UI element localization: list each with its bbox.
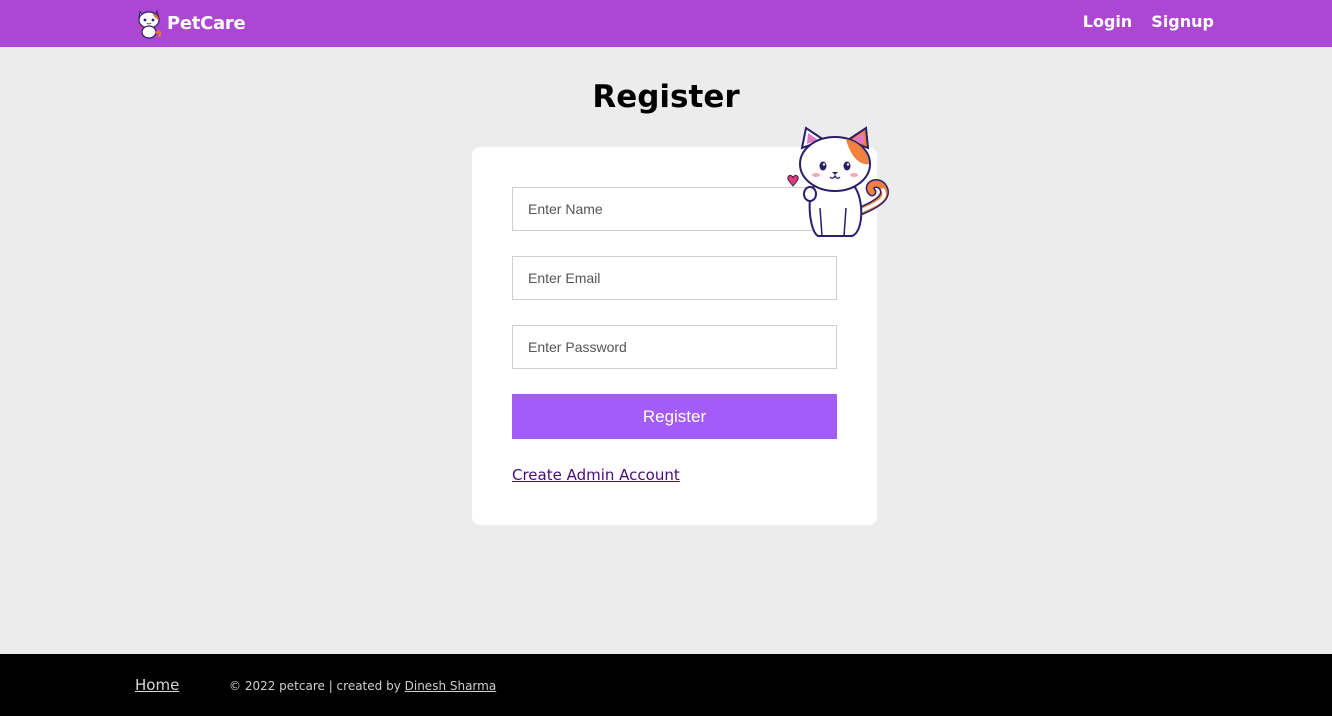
brand-link[interactable]: PetCare bbox=[135, 7, 246, 39]
password-input[interactable] bbox=[512, 325, 837, 369]
nav-signup-link[interactable]: Signup bbox=[1151, 12, 1214, 31]
footer-copyright: © 2022 petcare | created by Dinesh Sharm… bbox=[229, 679, 496, 693]
email-input[interactable] bbox=[512, 256, 837, 300]
author-link[interactable]: Dinesh Sharma bbox=[405, 679, 497, 693]
page-title: Register bbox=[592, 79, 740, 115]
copyright-text: © 2022 petcare | created by bbox=[229, 679, 401, 693]
nav-login-link[interactable]: Login bbox=[1083, 12, 1133, 31]
create-admin-account-link[interactable]: Create Admin Account bbox=[512, 466, 680, 484]
cat-logo-icon bbox=[138, 9, 162, 39]
cat-mascot-icon bbox=[787, 126, 889, 237]
nav-links: Login Signup bbox=[1083, 12, 1214, 31]
register-button[interactable]: Register bbox=[512, 394, 837, 439]
brand-name: PetCare bbox=[167, 12, 246, 34]
footer-home-link[interactable]: Home bbox=[135, 676, 179, 694]
footer: Home © 2022 petcare | created by Dinesh … bbox=[0, 654, 1332, 716]
navbar: PetCare Login Signup bbox=[0, 0, 1332, 47]
